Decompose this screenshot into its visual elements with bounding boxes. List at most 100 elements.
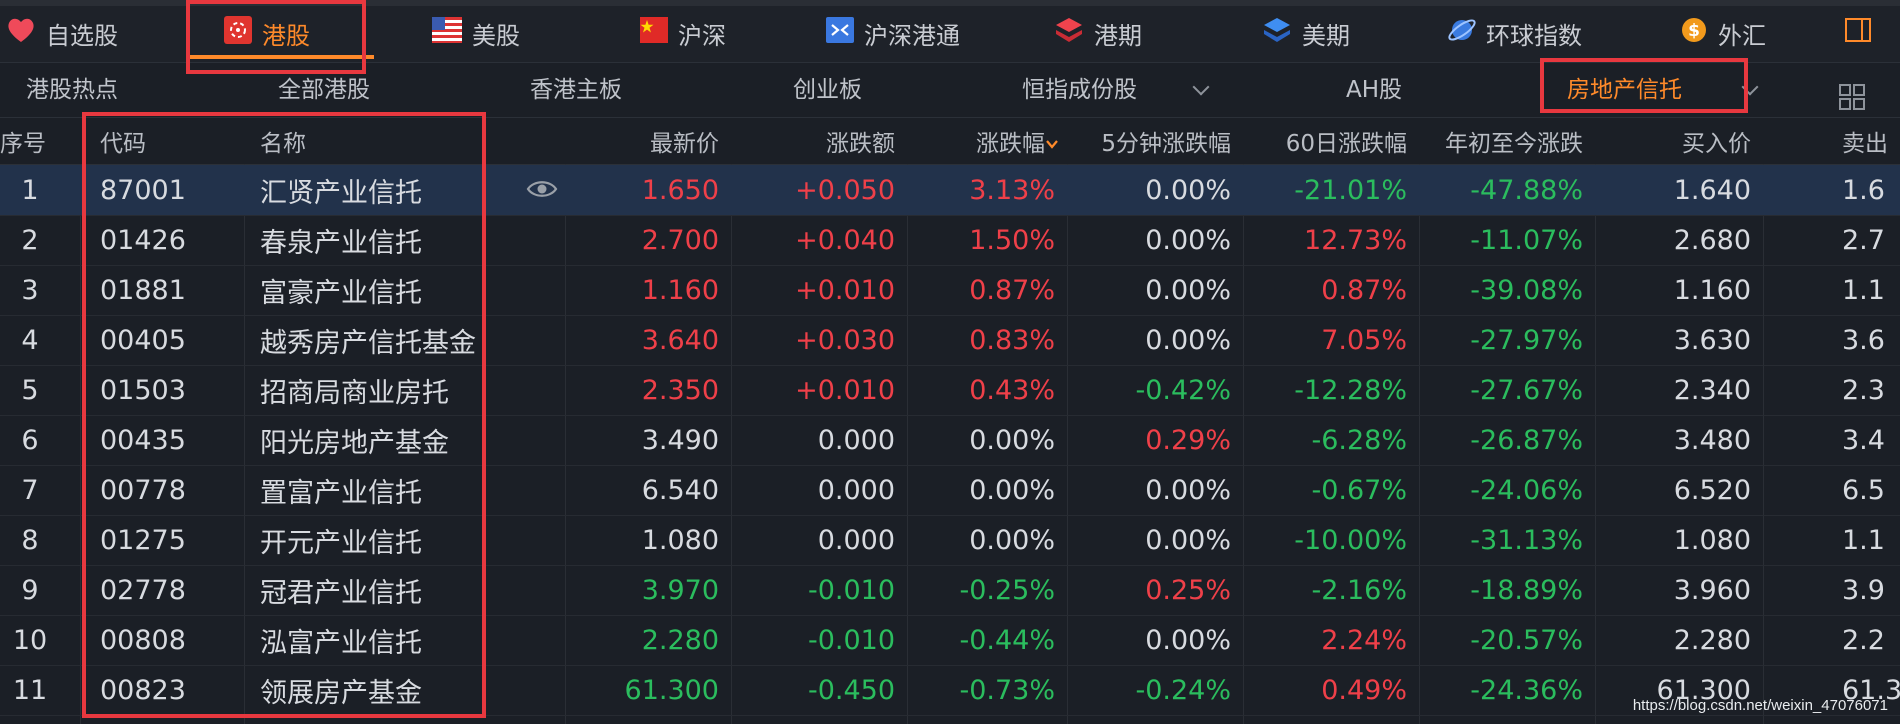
cell-pct: 0.00%: [969, 424, 1055, 456]
cell-m5: 0.00%: [1145, 474, 1231, 506]
eye-icon[interactable]: [526, 177, 558, 201]
cell-ytd: -39.08%: [1470, 274, 1583, 306]
col-header-ytd[interactable]: 年初至今涨跌: [1419, 117, 1595, 164]
table-row[interactable]: 1 87001 汇贤产业信托 1.650 +0.050 3.13% 0.00% -21.01%…: [0, 165, 1900, 216]
active-tab-underline: [188, 55, 374, 59]
subtab-all-hk[interactable]: 全部港股: [278, 63, 370, 117]
cell-m5: 0.00%: [1145, 174, 1231, 206]
cell-ask: 3.9: [1842, 574, 1885, 606]
cell-m5: 0.00%: [1145, 624, 1231, 656]
col-header-change[interactable]: 涨跌额: [731, 117, 907, 164]
cell-d60: -2.16%: [1311, 574, 1407, 606]
cell-name: 富豪产业信托: [260, 277, 422, 309]
cell-chg: -0.450: [807, 674, 895, 706]
subtab-hsi-constituents[interactable]: 恒指成份股: [1022, 63, 1137, 117]
cell-ytd: -20.57%: [1470, 624, 1583, 656]
col-header-change-pct-label: 涨跌幅: [976, 130, 1045, 157]
cell-code: 01426: [100, 224, 186, 256]
grid-view-icon[interactable]: [1838, 77, 1866, 110]
table-row[interactable]: 4 00405 越秀房产信托基金 3.640 +0.030 0.83% 0.00% 7.05%…: [0, 315, 1900, 366]
tab-hk-stocks[interactable]: 港股: [224, 10, 310, 56]
hsi-dropdown-chevron-icon[interactable]: [1192, 59, 1210, 113]
tab-sh-sz[interactable]: 沪深: [640, 10, 726, 56]
col-header-ask[interactable]: 卖出: [1842, 117, 1900, 164]
tab-watchlist-label: 自选股: [46, 21, 118, 50]
cell-name: 汇贤产业信托: [260, 177, 422, 209]
panel-toggle-icon: [1844, 16, 1872, 50]
table-header: 序号 代码 名称 最新价 涨跌额 涨跌幅 5分钟涨跌幅 60日涨跌幅 年初至今涨…: [0, 117, 1900, 165]
cell-m5: -0.24%: [1135, 674, 1231, 706]
table-row[interactable]: 2 01426 春泉产业信托 2.700 +0.040 1.50% 0.00% 12.73% -…: [0, 215, 1900, 266]
cell-no: 4: [21, 324, 39, 356]
cell-name: 春泉产业信托: [260, 227, 422, 259]
col-header-no[interactable]: 序号: [0, 117, 80, 164]
cell-chg: +0.040: [795, 224, 895, 256]
cell-pct: 0.00%: [969, 524, 1055, 556]
cell-d60: -6.28%: [1311, 424, 1407, 456]
table-row[interactable]: 6 00435 阳光房地产基金 3.490 0.000 0.00% 0.29% -6.28% -…: [0, 415, 1900, 466]
cell-code: 01503: [100, 374, 186, 406]
cell-code: 00405: [100, 324, 186, 356]
cell-code: 87001: [100, 174, 186, 206]
cell-pct: 0.43%: [969, 374, 1055, 406]
cell-ask: 2.2: [1842, 624, 1885, 656]
subtab-gem[interactable]: 创业板: [793, 63, 862, 117]
col-header-code[interactable]: 代码: [100, 117, 250, 164]
tab-hk-futures[interactable]: 港期: [1054, 10, 1142, 56]
cell-d60: 12.73%: [1304, 224, 1407, 256]
panel-toggle-button[interactable]: [1844, 10, 1872, 56]
col-header-name[interactable]: 名称: [260, 117, 560, 164]
cell-ytd: -31.13%: [1470, 524, 1583, 556]
table-row[interactable]: 7 00778 置富产业信托 6.540 0.000 0.00% 0.00% -0.67% -2…: [0, 465, 1900, 516]
table-row[interactable]: 5 01503 招商局商业房托 2.350 +0.010 0.43% -0.42% -12.2…: [0, 365, 1900, 416]
col-header-bid[interactable]: 买入价: [1595, 117, 1763, 164]
col-header-price[interactable]: 最新价: [565, 117, 731, 164]
col-header-5min[interactable]: 5分钟涨跌幅: [1067, 117, 1243, 164]
cell-pct: -0.25%: [959, 574, 1055, 606]
subtab-ah[interactable]: AH股: [1346, 63, 1402, 117]
tab-connect[interactable]: 沪深港通: [826, 10, 960, 56]
tab-forex[interactable]: $ 外汇: [1680, 10, 1766, 56]
table-row[interactable]: 3 01881 富豪产业信托 1.160 +0.010 0.87% 0.00% 0.87% -3…: [0, 265, 1900, 316]
market-tab-bar: 自选股 港股 美股 沪深 沪深港通 港期 美期 环球指数 $ 外汇: [0, 0, 1900, 63]
col-header-change-pct[interactable]: 涨跌幅: [907, 117, 1067, 164]
cell-code: 00778: [100, 474, 186, 506]
cell-pct: 0.00%: [969, 474, 1055, 506]
cell-d60: -21.01%: [1294, 174, 1407, 206]
tab-global-index[interactable]: 环球指数: [1448, 10, 1582, 56]
cell-price: 3.970: [641, 574, 719, 606]
table-row[interactable]: 8 01275 开元产业信托 1.080 0.000 0.00% 0.00% -10.00% -…: [0, 515, 1900, 566]
cell-price: 3.490: [641, 424, 719, 456]
cell-code: 01881: [100, 274, 186, 306]
cell-chg: 0.000: [817, 474, 895, 506]
cell-d60: -0.67%: [1311, 474, 1407, 506]
cell-no: 10: [12, 624, 48, 656]
cell-no: 3: [21, 274, 39, 306]
cell-ytd: -27.67%: [1470, 374, 1583, 406]
tab-us-stocks[interactable]: 美股: [432, 10, 520, 56]
cell-d60: 0.49%: [1321, 674, 1407, 706]
cell-no: 8: [21, 524, 39, 556]
cell-m5: 0.00%: [1145, 274, 1231, 306]
cell-bid: 2.280: [1673, 624, 1751, 656]
table-row[interactable]: 11 00823 领展房产基金 61.300 -0.450 -0.73% -0.24% 0.4…: [0, 665, 1900, 716]
cell-no: 1: [21, 174, 39, 206]
subtab-reit[interactable]: 房地产信托: [1567, 63, 1682, 117]
subtab-hot[interactable]: 港股热点: [26, 63, 118, 117]
col-header-60d[interactable]: 60日涨跌幅: [1243, 117, 1419, 164]
subtab-main-board[interactable]: 香港主板: [530, 63, 622, 117]
tab-watchlist[interactable]: 自选股: [6, 10, 118, 56]
table-row[interactable]: 10 00808 泓富产业信托 2.280 -0.010 -0.44% 0.00% 2.24%…: [0, 615, 1900, 666]
reit-dropdown-chevron-icon[interactable]: [1741, 59, 1759, 113]
cell-pct: -0.73%: [959, 674, 1055, 706]
cell-name: 越秀房产信托基金: [260, 327, 476, 359]
cell-price: 61.300: [624, 674, 719, 706]
dollar-coin-icon: $: [1680, 16, 1708, 50]
tab-us-futures[interactable]: 美期: [1262, 10, 1350, 56]
cell-bid: 2.680: [1673, 224, 1751, 256]
table-row[interactable]: 9 02778 冠君产业信托 3.970 -0.010 -0.25% 0.25% -2.16%…: [0, 565, 1900, 616]
cell-name: 领展房产基金: [260, 677, 422, 709]
cell-m5: 0.00%: [1145, 324, 1231, 356]
cell-name: 开元产业信托: [260, 527, 422, 559]
cell-no: 7: [21, 474, 39, 506]
